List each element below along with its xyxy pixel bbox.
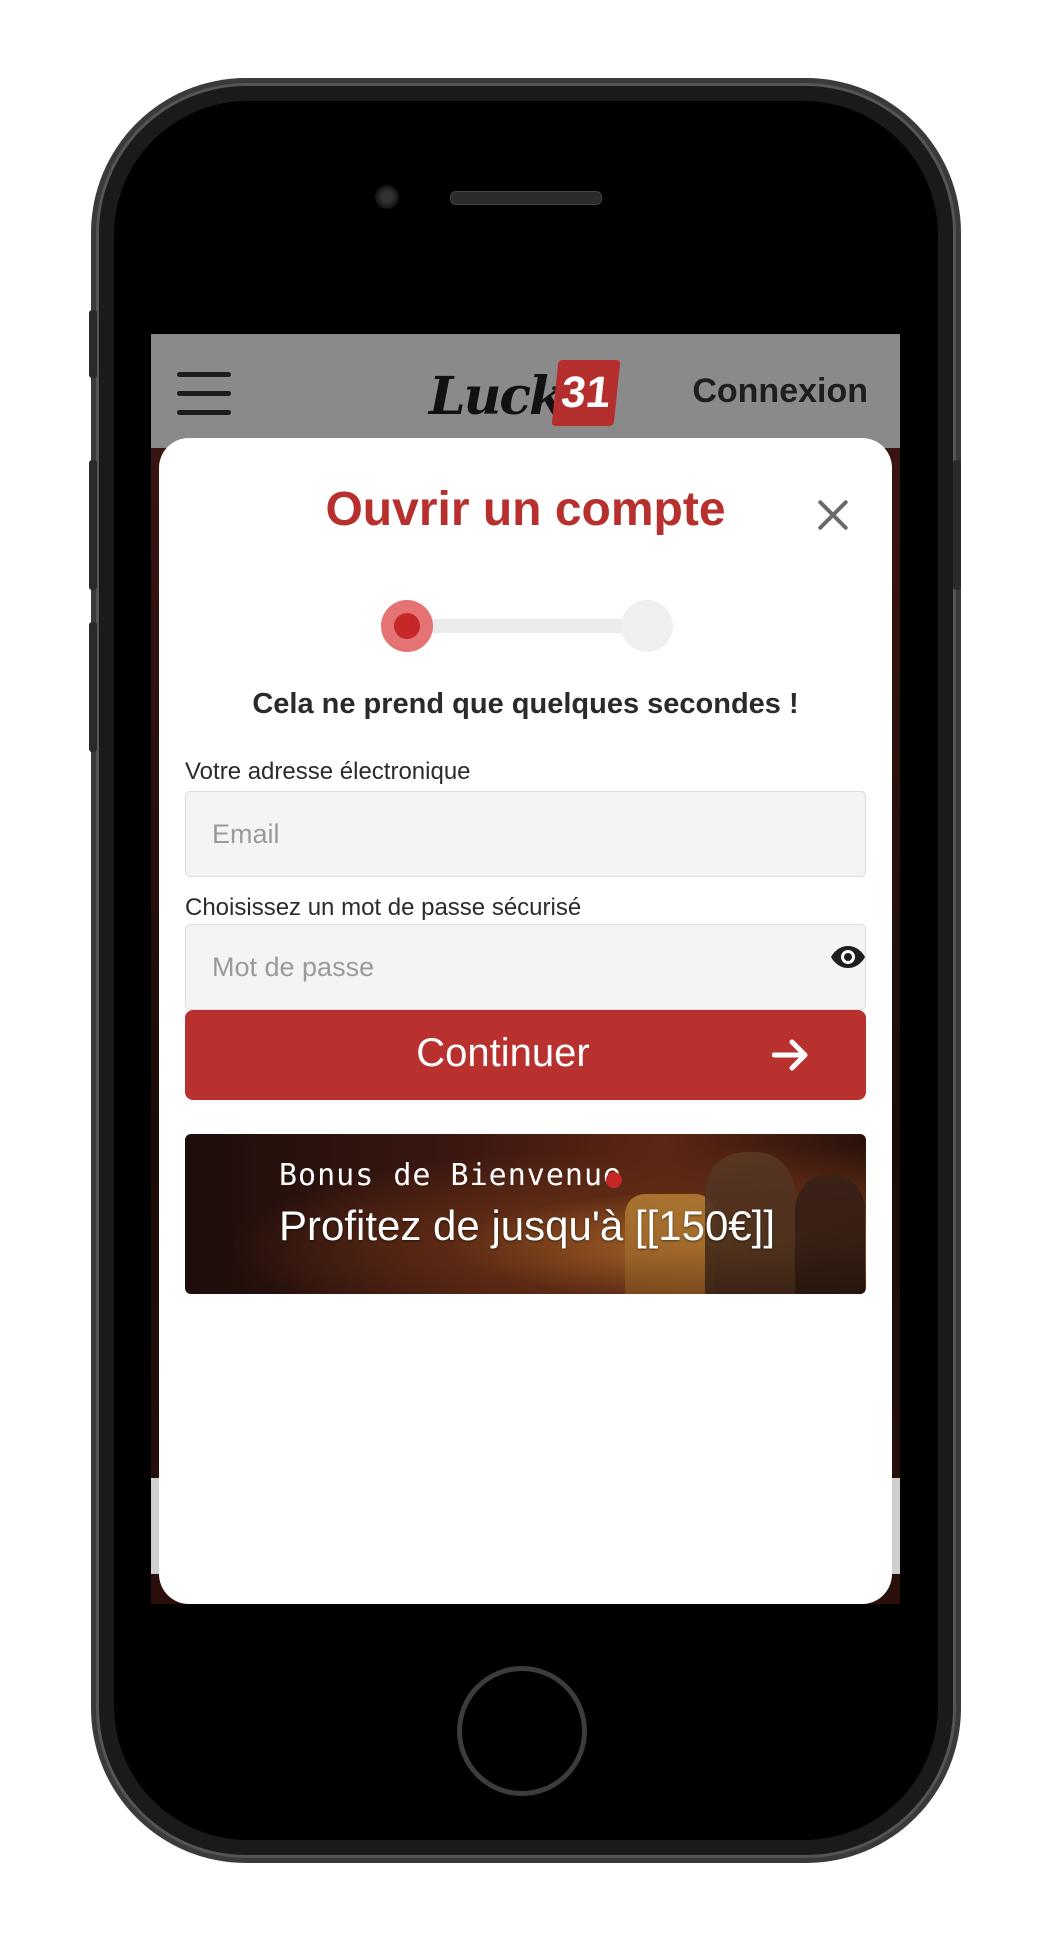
email-label: Votre adresse électronique xyxy=(185,758,471,785)
banner-title: Bonus de Bienvenue xyxy=(279,1158,623,1193)
top-navigation-bar: Lucky 31 Connexion xyxy=(151,334,900,448)
password-field[interactable] xyxy=(185,924,866,1010)
home-button[interactable] xyxy=(457,1666,587,1796)
signup-stepper xyxy=(381,600,673,652)
stepper-track xyxy=(407,619,647,633)
brand-logo[interactable]: Lucky 31 xyxy=(429,352,629,438)
hamburger-menu-icon[interactable] xyxy=(177,372,231,416)
banner-dot xyxy=(606,1172,622,1188)
email-field[interactable] xyxy=(185,791,866,877)
volume-up-button xyxy=(89,460,97,590)
arrow-right-icon xyxy=(772,1039,808,1071)
login-link[interactable]: Connexion xyxy=(692,372,868,411)
banner-text: Profitez de jusqu'à [[150€]] xyxy=(279,1202,776,1249)
mute-switch xyxy=(89,310,97,378)
password-label: Choisissez un mot de passe sécurisé xyxy=(185,894,582,921)
step-2-indicator xyxy=(621,600,673,652)
step-1-indicator xyxy=(381,600,433,652)
welcome-bonus-banner[interactable]: Bonus de Bienvenue Profitez de jusqu'à [… xyxy=(185,1134,866,1294)
modal-subtitle: Cela ne prend que quelques secondes ! xyxy=(252,688,799,720)
banner-artwork-figure xyxy=(795,1174,865,1294)
front-camera xyxy=(375,185,399,209)
continue-button[interactable]: Continuer xyxy=(185,1010,866,1100)
close-icon[interactable] xyxy=(816,498,850,532)
signup-modal: Ouvrir un compte Cela ne prend que quelq… xyxy=(159,438,892,1604)
continue-button-label: Continuer xyxy=(416,1031,590,1075)
modal-title: Ouvrir un compte xyxy=(325,483,726,536)
earpiece-speaker xyxy=(450,191,602,205)
power-button xyxy=(953,460,961,590)
volume-down-button xyxy=(89,622,97,752)
logo-number-badge: 31 xyxy=(551,360,621,426)
screen: Lucky 31 Connexion Ouvrir un compte Cela… xyxy=(151,300,900,1604)
show-password-eye-icon[interactable] xyxy=(830,944,866,970)
status-bar xyxy=(151,300,900,334)
